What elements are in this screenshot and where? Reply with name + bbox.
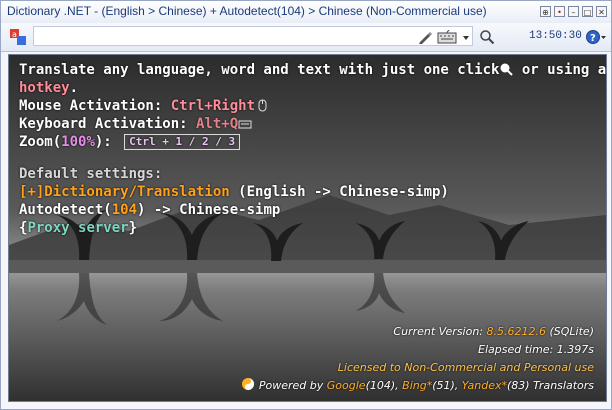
hotkey-link[interactable]: hotkey xyxy=(19,80,70,96)
yandex-link[interactable]: Yandex* xyxy=(462,379,507,392)
window-title: Dictionary .NET - (English > Chinese) + … xyxy=(7,4,487,18)
yandex-count: (83) Translators xyxy=(506,379,594,392)
google-link[interactable]: Google xyxy=(327,379,366,392)
keyboard-activation-label: Keyboard Activation: xyxy=(19,116,197,132)
keyboard-small-icon xyxy=(238,120,252,129)
default-settings-heading: Default settings: xyxy=(19,166,163,182)
keyboard-icon[interactable] xyxy=(437,29,457,45)
proxy-line: {Proxy server} xyxy=(19,219,606,237)
intro-text: Translate any language, word and text wi… xyxy=(19,62,500,78)
bing-link[interactable]: Bing* xyxy=(402,379,432,392)
proxy-server-link[interactable]: Proxy server xyxy=(27,220,128,236)
yin-yang-icon xyxy=(241,378,254,390)
mouse-icon xyxy=(258,99,267,112)
pen-icon[interactable] xyxy=(417,29,433,45)
svg-text:a: a xyxy=(12,30,17,39)
search-icon[interactable] xyxy=(479,29,495,45)
title-bar[interactable]: Dictionary .NET - (English > Chinese) + … xyxy=(1,1,611,23)
intro-suffix: or using a xyxy=(513,62,607,78)
app-logo-icon[interactable]: a xyxy=(9,28,27,46)
magnifier-icon xyxy=(500,63,514,76)
dropdown-arrow-icon[interactable] xyxy=(461,29,471,45)
translation-panel: Translate any language, word and text wi… xyxy=(8,54,607,402)
elapsed-time: Elapsed time: 1.397s xyxy=(478,343,594,356)
dictionary-translation-link[interactable]: [+]Dictionary/Translation xyxy=(19,184,230,200)
help-icon[interactable]: ? xyxy=(585,29,607,45)
search-input[interactable] xyxy=(33,26,473,46)
brace-close: } xyxy=(128,220,138,236)
record-button[interactable]: • xyxy=(554,6,565,17)
close-button[interactable]: ✕ xyxy=(596,6,607,17)
mouse-activation-value[interactable]: Ctrl+Right xyxy=(171,98,255,114)
powered-by-line: Powered by Google(104), Bing*(51), Yande… xyxy=(241,377,594,395)
zoom-value: 100% xyxy=(61,134,95,150)
powered-by-label: Powered by xyxy=(258,379,327,392)
clock: 13:50:30 xyxy=(529,30,582,42)
version-line: Current Version: 8.5.6212.6 (SQLite) xyxy=(241,323,594,341)
status-footer: Current Version: 8.5.6212.6 (SQLite) Ela… xyxy=(241,323,594,395)
keyboard-activation-line: Keyboard Activation: Alt+Q xyxy=(19,115,606,133)
version-link[interactable]: 8.5.6212.6 xyxy=(487,325,546,338)
autodetect-line: Autodetect(104) -> Chinese-simp xyxy=(19,201,606,219)
autodetect-target: ) -> Chinese-simp xyxy=(137,202,281,218)
pin-button[interactable]: ⊕ xyxy=(540,6,551,17)
zoom-label: Zoom( xyxy=(19,134,62,150)
hotkey-line: hotkey. xyxy=(19,79,606,97)
keyboard-activation-value[interactable]: Alt+Q xyxy=(196,116,238,132)
dictionary-line: [+]Dictionary/Translation (English -> Ch… xyxy=(19,183,606,201)
zoom-close: ): xyxy=(94,134,112,150)
mouse-activation-line: Mouse Activation: Ctrl+Right xyxy=(19,97,606,115)
autodetect-label: Autodetect( xyxy=(19,202,112,218)
period: . xyxy=(69,80,79,96)
zoom-line: Zoom(100%): Ctrl + 1 / 2 / 3 xyxy=(19,133,606,151)
mouse-activation-label: Mouse Activation: xyxy=(19,98,171,114)
toolbar: a 13:50:30 ? xyxy=(1,23,611,52)
version-suffix: (SQLite) xyxy=(546,325,594,338)
app-window: Dictionary .NET - (English > Chinese) + … xyxy=(0,0,612,410)
google-count: (104), xyxy=(365,379,403,392)
svg-text:?: ? xyxy=(590,33,596,44)
window-controls: ⊕ • – □ ✕ xyxy=(540,6,607,17)
language-pair: (English -> Chinese-simp) xyxy=(229,184,449,200)
version-label: Current Version: xyxy=(393,325,487,338)
info-text: Translate any language, word and text wi… xyxy=(19,61,606,237)
intro-line: Translate any language, word and text wi… xyxy=(19,61,606,79)
minimize-button[interactable]: – xyxy=(568,6,579,17)
maximize-button[interactable]: □ xyxy=(582,6,593,17)
bing-count: (51), xyxy=(432,379,462,392)
license-notice: Licensed to Non-Commercial and Personal … xyxy=(337,361,594,374)
autodetect-count: 104 xyxy=(111,202,138,218)
zoom-shortcut-box[interactable]: Ctrl + 1 / 2 / 3 xyxy=(124,134,241,150)
